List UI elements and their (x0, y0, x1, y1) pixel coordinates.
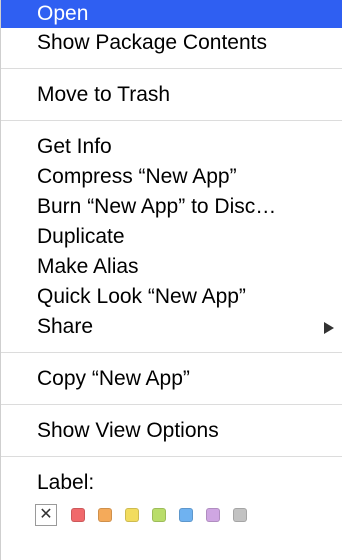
menu-item-label: Move to Trash (37, 83, 171, 106)
menu-item-move-to-trash[interactable]: Move to Trash (1, 80, 342, 110)
label-orange-swatch[interactable] (98, 508, 112, 522)
label-green-swatch[interactable] (152, 508, 166, 522)
menu-item-label: Compress “New App” (37, 165, 237, 188)
menu-item-copy[interactable]: Copy “New App” (1, 364, 342, 394)
menu-item-label: Show Package Contents (37, 31, 267, 54)
menu-item-make-alias[interactable]: Make Alias (1, 252, 342, 282)
menu-separator (1, 68, 342, 69)
menu-separator (1, 352, 342, 353)
menu-item-label: Burn “New App” to Disc… (37, 195, 277, 218)
context-menu: Open Show Package Contents Move to Trash… (0, 0, 342, 560)
menu-item-burn[interactable]: Burn “New App” to Disc… (1, 192, 342, 222)
label-heading: Label: (37, 471, 95, 494)
menu-item-share[interactable]: Share (1, 312, 342, 342)
menu-item-compress[interactable]: Compress “New App” (1, 162, 342, 192)
menu-item-open[interactable]: Open (1, 0, 342, 28)
menu-item-label: Open (37, 2, 89, 25)
label-yellow-swatch[interactable] (125, 508, 139, 522)
menu-item-label: Duplicate (37, 225, 125, 248)
submenu-arrow-icon (324, 322, 334, 334)
label-red-swatch[interactable] (71, 508, 85, 522)
menu-item-label: Get Info (37, 135, 112, 158)
close-icon: ✕ (39, 506, 53, 523)
label-purple-swatch[interactable] (206, 508, 220, 522)
menu-separator (1, 456, 342, 457)
menu-item-get-info[interactable]: Get Info (1, 132, 342, 162)
menu-item-label: Copy “New App” (37, 367, 190, 390)
menu-item-label: Show View Options (37, 419, 219, 442)
menu-item-duplicate[interactable]: Duplicate (1, 222, 342, 252)
menu-item-label: Make Alias (37, 255, 139, 278)
label-none-swatch[interactable]: ✕ (35, 504, 57, 526)
label-gray-swatch[interactable] (233, 508, 247, 522)
menu-item-label: Quick Look “New App” (37, 285, 246, 308)
label-blue-swatch[interactable] (179, 508, 193, 522)
label-swatches: ✕ (1, 502, 342, 528)
menu-item-show-view-options[interactable]: Show View Options (1, 416, 342, 446)
menu-item-label: Share (37, 315, 94, 338)
menu-separator (1, 404, 342, 405)
menu-item-show-package-contents[interactable]: Show Package Contents (1, 28, 342, 58)
menu-separator (1, 120, 342, 121)
menu-item-quick-look[interactable]: Quick Look “New App” (1, 282, 342, 312)
